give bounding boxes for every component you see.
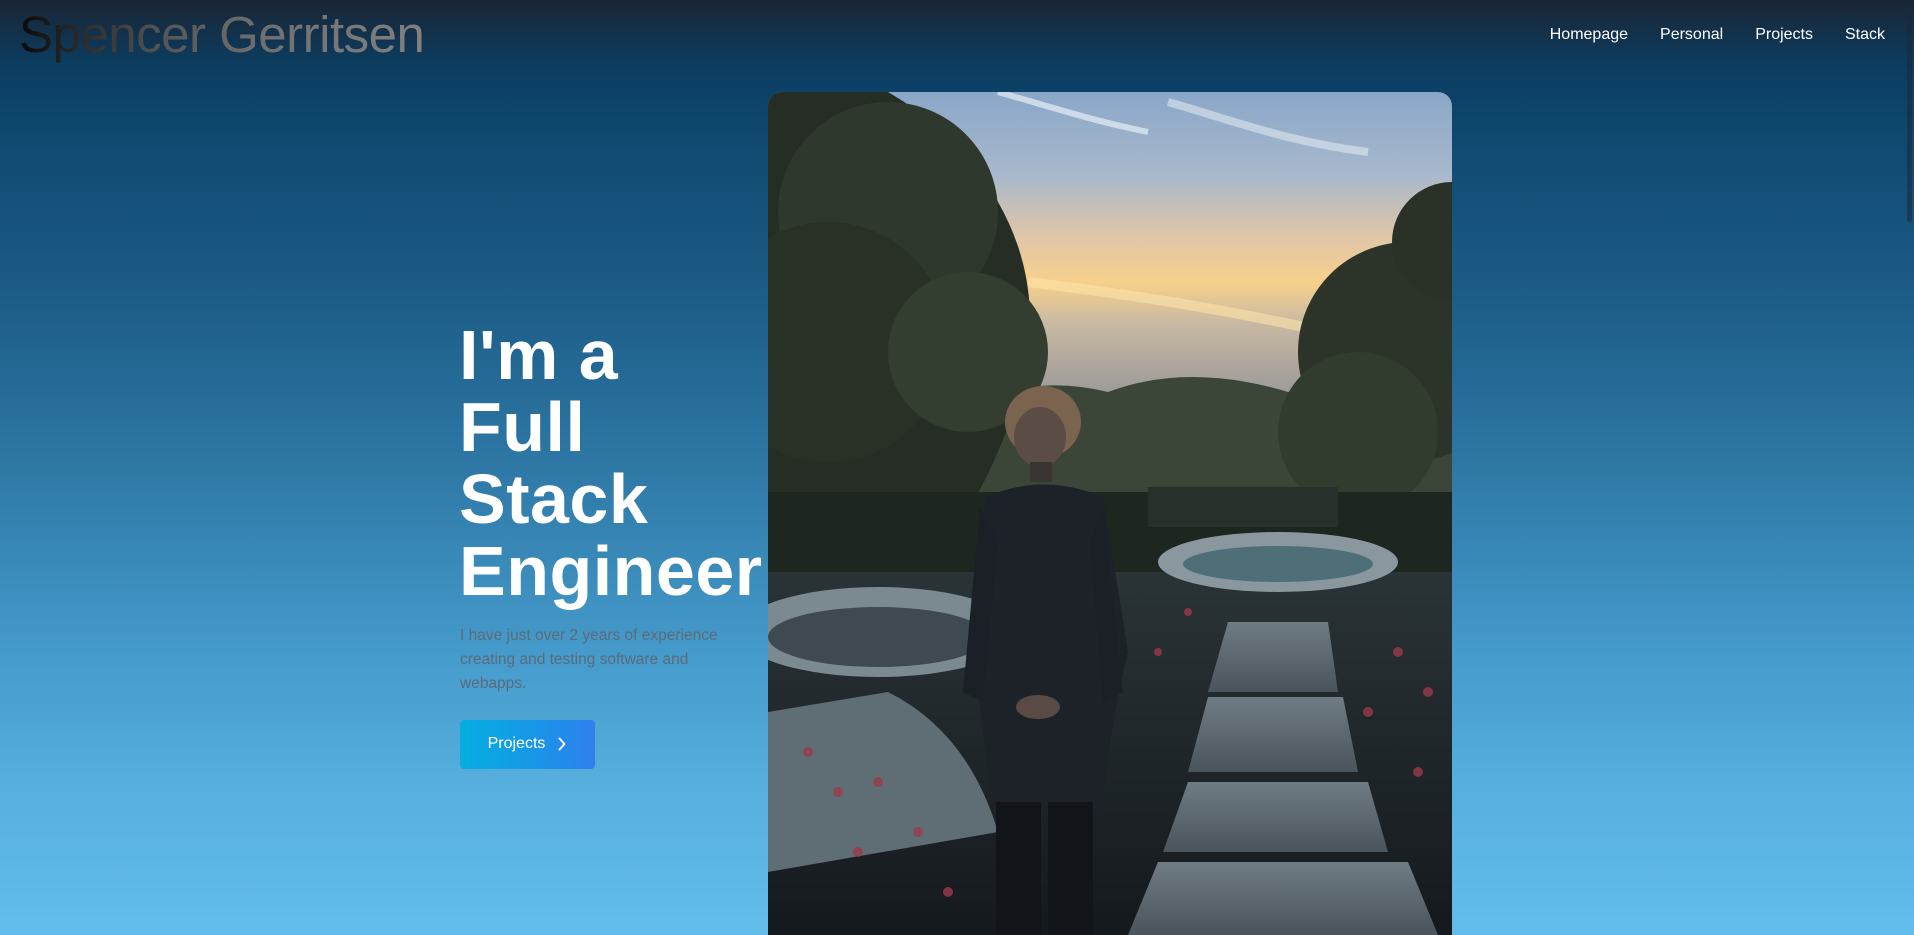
site-brand[interactable]: Spencer Gerritsen	[19, 5, 425, 65]
projects-button[interactable]: Projects	[460, 720, 595, 769]
chevron-right-icon	[558, 737, 566, 750]
scrollbar-thumb[interactable]	[1907, 8, 1912, 222]
nav-link-stack[interactable]: Stack	[1845, 24, 1885, 46]
nav-link-projects[interactable]: Projects	[1755, 24, 1813, 46]
projects-button-label: Projects	[487, 734, 546, 752]
hero-title-line: Full	[459, 388, 586, 466]
hero-title-line: Stack	[459, 460, 649, 538]
portrait-photo	[768, 92, 1452, 935]
hero-title: I'm a Full Stack Engineer	[459, 319, 763, 607]
page-scrollbar[interactable]	[1904, 0, 1914, 935]
main-nav: Homepage Personal Projects Stack	[1550, 24, 1885, 46]
hero-title-line: I'm a	[459, 316, 619, 394]
nav-link-homepage[interactable]: Homepage	[1550, 24, 1628, 46]
nav-link-personal[interactable]: Personal	[1660, 24, 1723, 46]
hero-title-line: Engineer	[459, 532, 763, 610]
hero-description: I have just over 2 years of experience c…	[460, 627, 718, 692]
portrait-photo-illustration	[768, 92, 1452, 935]
